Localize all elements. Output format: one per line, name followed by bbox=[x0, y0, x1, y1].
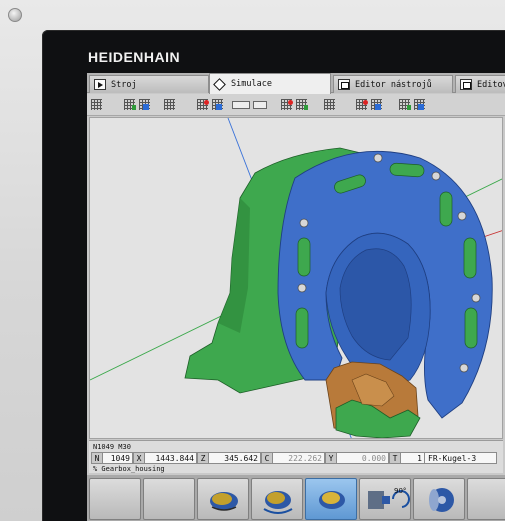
softkey-row: 90° bbox=[87, 475, 505, 521]
control-screen: Stroj Simulace Editor nástrojů Editovár bbox=[87, 73, 505, 521]
tab-label: Editovár bbox=[477, 79, 505, 90]
softkey-2[interactable] bbox=[143, 478, 195, 520]
grid-axis-view-icon[interactable] bbox=[124, 99, 137, 111]
softkey-part-rotate[interactable] bbox=[251, 478, 303, 520]
label-t: T bbox=[389, 452, 401, 464]
value-y: 0.000 bbox=[337, 452, 389, 464]
label-n: N bbox=[91, 452, 103, 464]
label-y: Y bbox=[325, 452, 337, 464]
slot bbox=[295, 307, 309, 349]
grid-view-2-icon[interactable] bbox=[164, 99, 177, 111]
grid-view-icon[interactable] bbox=[91, 99, 104, 111]
tab-simulace[interactable]: Simulace bbox=[209, 73, 331, 94]
block-display: N1049 M30 bbox=[93, 443, 131, 451]
tab-editovani[interactable]: Editovár bbox=[455, 75, 505, 93]
document-icon bbox=[460, 79, 472, 90]
value-x: 1443.844 bbox=[145, 452, 197, 464]
arrow-right-icon bbox=[94, 79, 106, 90]
bolt-hole bbox=[299, 218, 309, 228]
cylinder-view-icon bbox=[429, 488, 454, 512]
bolt-hole bbox=[457, 211, 467, 221]
coordinate-display: N 1049 X 1443.844 Z 345.642 C 222.262 Y … bbox=[91, 452, 497, 464]
tab-bar: Stroj Simulace Editor nástrojů Editovár bbox=[87, 73, 505, 94]
value-z: 345.642 bbox=[209, 452, 261, 464]
section-plane-tool[interactable] bbox=[232, 101, 250, 109]
softkey-cylinder-view[interactable] bbox=[413, 478, 465, 520]
bolt-hole bbox=[373, 153, 383, 163]
simulation-viewport[interactable] bbox=[89, 117, 503, 439]
value-t: 1 bbox=[401, 452, 425, 464]
tab-label: Editor nástrojů bbox=[355, 79, 432, 90]
tab-stroj[interactable]: Stroj bbox=[89, 75, 209, 93]
slot bbox=[464, 307, 478, 349]
tab-label: Stroj bbox=[111, 79, 137, 90]
slot bbox=[389, 162, 425, 178]
value-n: 1049 bbox=[103, 452, 133, 464]
grid-view-3-icon[interactable] bbox=[324, 99, 337, 111]
part-view-icon bbox=[210, 492, 238, 511]
label-x: X bbox=[133, 452, 145, 464]
tab-label: Simulace bbox=[231, 79, 272, 89]
bolt-hole bbox=[431, 171, 441, 181]
grid-blue-marker-3-icon[interactable] bbox=[414, 99, 427, 111]
softkey-part-view[interactable] bbox=[197, 478, 249, 520]
tab-editor-nastroju[interactable]: Editor nástrojů bbox=[333, 75, 453, 93]
softkey-1[interactable] bbox=[89, 478, 141, 520]
document-icon bbox=[338, 79, 350, 90]
grid-axis-red-icon[interactable] bbox=[281, 99, 294, 111]
label-z: Z bbox=[197, 452, 209, 464]
slot bbox=[463, 237, 477, 279]
value-c: 222.262 bbox=[273, 452, 325, 464]
bolt-hole bbox=[471, 293, 481, 303]
softkey-part-section[interactable] bbox=[305, 478, 357, 520]
part-3d-view bbox=[90, 118, 502, 438]
simulation-toolbar bbox=[87, 94, 505, 116]
grid-axis-view-2-icon[interactable] bbox=[139, 99, 152, 111]
rotate-90-icon bbox=[368, 490, 410, 509]
grid-blue-marker-icon[interactable] bbox=[212, 99, 225, 111]
section-plane-tool-2[interactable] bbox=[253, 101, 267, 109]
status-bar: N1049 M30 N 1049 X 1443.844 Z 345.642 C … bbox=[89, 440, 503, 473]
program-name: % Gearbox_housing bbox=[93, 465, 165, 473]
part-section-icon bbox=[319, 491, 345, 509]
softkey-label: 90° bbox=[394, 487, 407, 495]
slot bbox=[439, 191, 453, 227]
grid-axis-green-icon[interactable] bbox=[296, 99, 309, 111]
slot bbox=[297, 237, 311, 277]
softkey-8[interactable] bbox=[467, 478, 505, 520]
softkey-rotate-90[interactable]: 90° bbox=[359, 478, 411, 520]
part-rotate-icon bbox=[263, 491, 293, 514]
diamond-icon bbox=[214, 79, 226, 90]
bolt-hole bbox=[297, 283, 307, 293]
bezel-screw bbox=[8, 8, 22, 22]
label-c: C bbox=[261, 452, 273, 464]
grid-blue-marker-2-icon[interactable] bbox=[371, 99, 384, 111]
grid-green-marker-icon[interactable] bbox=[399, 99, 412, 111]
grid-red-marker-icon[interactable] bbox=[197, 99, 210, 111]
bolt-hole bbox=[459, 363, 469, 373]
tool-name: FR-Kugel-3 bbox=[425, 452, 497, 464]
grid-red-marker-2-icon[interactable] bbox=[356, 99, 369, 111]
brand-logo: HEIDENHAIN bbox=[88, 49, 181, 65]
